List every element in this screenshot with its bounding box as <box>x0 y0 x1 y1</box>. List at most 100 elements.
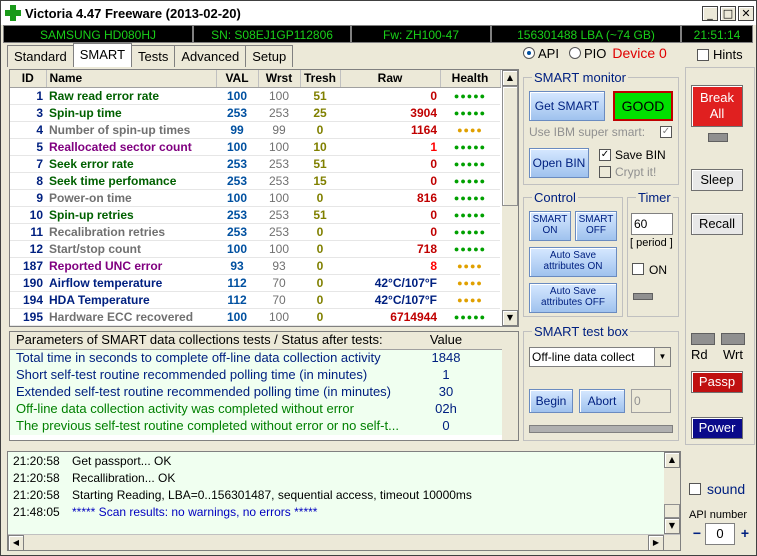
power-button[interactable]: Power <box>691 417 743 439</box>
tab-smart[interactable]: SMART <box>72 43 133 67</box>
smart-health: ●●●● <box>440 291 500 309</box>
pio-radio[interactable] <box>568 47 581 59</box>
smart-val: 253 <box>216 206 258 224</box>
smart-tresh: 0 <box>300 274 340 292</box>
params-header-name: Parameters of SMART data collections tes… <box>16 332 383 347</box>
maximize-button[interactable]: □ <box>720 5 736 21</box>
api-decrement-button[interactable]: − <box>689 525 705 541</box>
log-scroll-down-icon[interactable]: ▼ <box>664 518 680 534</box>
recall-button[interactable]: Recall <box>691 213 743 235</box>
smart-row[interactable]: 190 Airflow temperature 112 70 0 42°C/107°F ●●… <box>10 274 500 292</box>
smart-tresh: 0 <box>300 308 340 326</box>
scroll-thumb[interactable] <box>502 86 518 206</box>
test-type-value: Off-line data collect <box>532 350 635 364</box>
passport-button[interactable]: Passp <box>691 371 743 393</box>
smart-health: ●●●●● <box>440 308 500 326</box>
smart-id: 190 <box>10 274 46 292</box>
autosave-on-button[interactable]: Auto Save attributes ON <box>529 247 617 277</box>
ibm-smart-checkbox[interactable]: ✓ <box>660 126 672 138</box>
smart-name: Raw read error rate <box>46 87 216 105</box>
log-time: 21:20:58 <box>13 488 60 502</box>
api-number-field[interactable]: 0 <box>705 523 735 545</box>
scroll-up-icon[interactable]: ▲ <box>502 70 518 86</box>
col-val: VAL <box>216 70 259 88</box>
smart-row[interactable]: 194 HDA Temperature 112 70 0 42°C/107°F ●●●● <box>10 291 500 309</box>
scroll-down-icon[interactable]: ▼ <box>502 310 518 326</box>
log-scroll-right-icon[interactable]: ▶ <box>648 535 664 551</box>
open-bin-button[interactable]: Open BIN <box>529 148 589 178</box>
smart-row[interactable]: 8 Seek time perfomance 253 253 15 0 ●●●●● <box>10 172 500 190</box>
access-mode: API PIO Device 0 <box>523 45 667 61</box>
smart-health: ●●●● <box>440 257 500 275</box>
smart-raw: 1 <box>340 138 440 156</box>
smart-wrst: 100 <box>258 189 300 207</box>
log-time: 21:48:05 <box>13 505 60 519</box>
get-smart-button[interactable]: Get SMART <box>529 91 605 121</box>
smart-row[interactable]: 195 Hardware ECC recovered 100 100 0 6714944 ●… <box>10 308 500 326</box>
params-row-value: 02h <box>435 401 457 416</box>
save-bin-checkbox[interactable]: ✓ <box>599 149 611 161</box>
smart-status-badge: GOOD <box>613 91 673 121</box>
smart-raw: 0 <box>340 223 440 241</box>
log-scroll-left-icon[interactable]: ◀ <box>8 535 24 551</box>
smart-row[interactable]: 1 Raw read error rate 100 100 51 0 ●●●●● <box>10 87 500 105</box>
smart-val: 112 <box>216 274 258 292</box>
smart-row[interactable]: 12 Start/stop count 100 100 0 718 ●●●●● <box>10 240 500 258</box>
log-scroll-thumb[interactable] <box>664 504 680 518</box>
smart-row[interactable]: 4 Number of spin-up times 99 99 0 1164 ●●●● <box>10 121 500 139</box>
smart-tresh: 25 <box>300 104 340 122</box>
params-row-name: Short self-test routine recommended poll… <box>16 367 368 382</box>
log-scroll-up-icon[interactable]: ▲ <box>664 452 680 468</box>
smart-id: 1 <box>10 87 46 105</box>
smart-off-button[interactable]: SMART OFF <box>575 211 617 241</box>
break-all-button[interactable]: Break All <box>691 85 743 127</box>
smart-on-button[interactable]: SMART ON <box>529 211 571 241</box>
log-hscrollbar[interactable]: ◀ ▶ <box>8 534 680 551</box>
smart-scrollbar[interactable]: ▲ ▼ <box>502 70 518 326</box>
params-panel: Parameters of SMART data collections tes… <box>9 331 519 441</box>
params-row-value: 1848 <box>431 350 461 365</box>
smart-val: 99 <box>216 121 258 139</box>
close-button[interactable]: ✕ <box>738 5 754 21</box>
api-radio[interactable] <box>523 47 535 59</box>
smart-row[interactable]: 9 Power-on time 100 100 0 816 ●●●●● <box>10 189 500 207</box>
col-health: Health <box>440 70 501 88</box>
smart-row[interactable]: 7 Seek error rate 253 253 51 0 ●●●●● <box>10 155 500 173</box>
test-lba-field[interactable] <box>631 389 671 413</box>
tab-standard[interactable]: Standard <box>7 45 74 67</box>
abort-button[interactable]: Abort <box>579 389 625 413</box>
smart-row[interactable]: 10 Spin-up retries 253 253 51 0 ●●●●● <box>10 206 500 224</box>
chevron-down-icon[interactable]: ▼ <box>654 348 670 366</box>
tab-tests[interactable]: Tests <box>131 45 176 67</box>
minimize-button[interactable]: _ <box>702 5 718 21</box>
sleep-button[interactable]: Sleep <box>691 169 743 191</box>
tab-advanced[interactable]: Advanced <box>174 45 247 67</box>
smart-row[interactable]: 3 Spin-up time 253 253 25 3904 ●●●●● <box>10 104 500 122</box>
hints-toggle: Hints <box>697 47 743 62</box>
smart-name: Start/stop count <box>46 240 216 258</box>
smart-tresh: 0 <box>300 189 340 207</box>
smart-id: 187 <box>10 257 46 275</box>
crypt-checkbox[interactable] <box>599 166 611 178</box>
autosave-off-button[interactable]: Auto Save attributes OFF <box>529 283 617 313</box>
break-indicator <box>708 133 728 142</box>
timer-on-checkbox[interactable] <box>632 263 644 275</box>
sound-checkbox[interactable] <box>689 483 701 495</box>
drive-firmware: Fw: ZH100-47 <box>351 25 491 43</box>
timer-input[interactable] <box>631 213 673 235</box>
smart-row[interactable]: 187 Reported UNC error 93 93 0 8 ●●●● <box>10 257 500 275</box>
begin-button[interactable]: Begin <box>529 389 573 413</box>
smart-wrst: 99 <box>258 121 300 139</box>
smart-id: 9 <box>10 189 46 207</box>
test-type-select[interactable]: Off-line data collect ▼ <box>529 347 671 367</box>
smart-row[interactable]: 11 Recalibration retries 253 253 0 0 ●●●●● <box>10 223 500 241</box>
smart-row[interactable]: 5 Reallocated sector count 100 100 10 1 ●●●●● <box>10 138 500 156</box>
params-scrollbar[interactable] <box>502 332 518 440</box>
smart-attributes-panel: ID Name VAL Wrst Tresh Raw Health 1 Raw r… <box>9 69 519 327</box>
api-increment-button[interactable]: + <box>737 525 753 541</box>
timer-indicator <box>633 293 653 300</box>
tab-setup[interactable]: Setup <box>245 45 294 67</box>
log-time: 21:20:58 <box>13 471 60 485</box>
hints-checkbox[interactable] <box>697 48 709 61</box>
device-label: Device 0 <box>612 45 667 61</box>
